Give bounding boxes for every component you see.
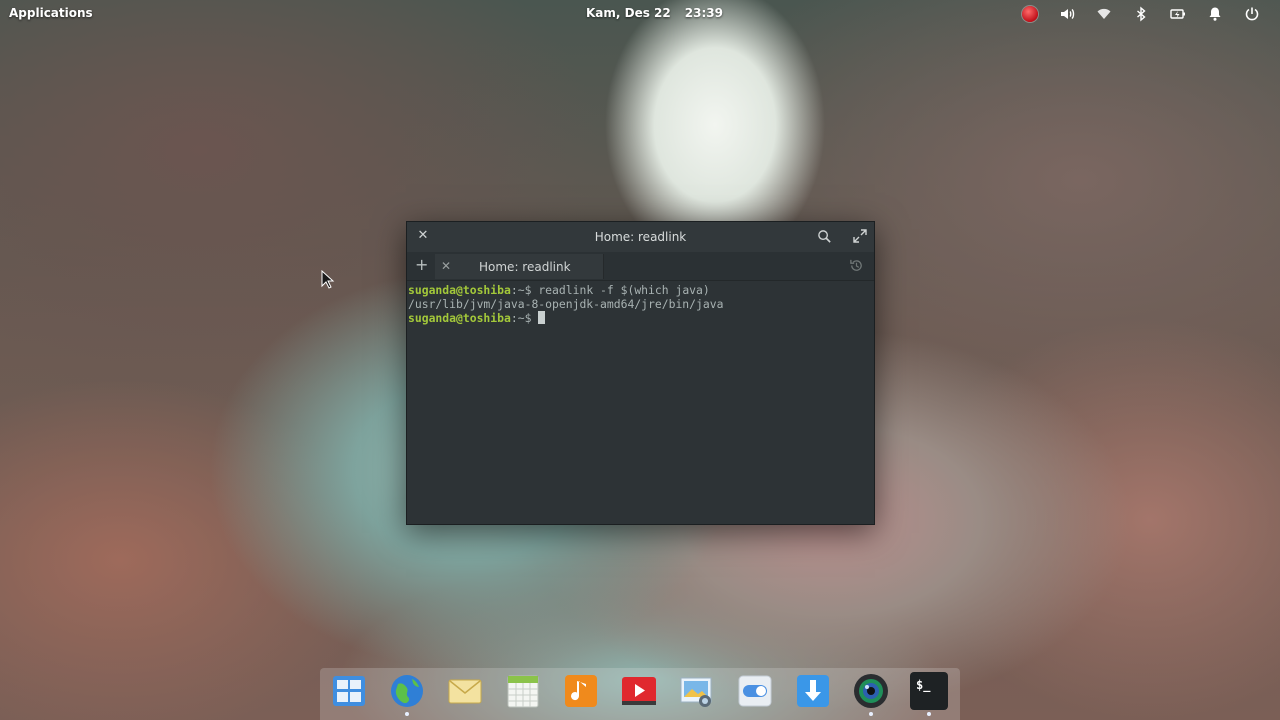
power-icon[interactable]: [1233, 4, 1270, 24]
mouse-pointer-icon: [321, 270, 335, 289]
close-tab-icon[interactable]: ✕: [441, 259, 451, 273]
terminal-line: suganda@toshiba:~$ readlink -f $(which j…: [408, 283, 873, 297]
terminal-glyph: $_: [916, 678, 931, 692]
window-title: Home: readlink: [594, 230, 687, 244]
volume-icon[interactable]: [1048, 4, 1085, 24]
photos-icon[interactable]: [678, 672, 716, 710]
prompt-path: :~$: [510, 283, 539, 297]
appcenter-download-icon[interactable]: [794, 672, 832, 710]
terminal-window: ✕ Home: readlink + ✕ Home: readlink suga…: [406, 221, 875, 525]
music-icon[interactable]: [562, 672, 600, 710]
window-titlebar[interactable]: ✕ Home: readlink: [407, 222, 874, 252]
terminal-line: /usr/lib/jvm/java-8-openjdk-amd64/jre/bi…: [408, 297, 873, 311]
wifi-icon[interactable]: [1085, 4, 1122, 24]
running-indicator: [869, 712, 873, 716]
notification-bell-icon[interactable]: [1196, 4, 1233, 24]
datetime-indicator[interactable]: Kam, Des 22 23:39: [586, 6, 723, 20]
battery-icon[interactable]: [1159, 4, 1196, 24]
tab-bar: + ✕ Home: readlink: [407, 252, 874, 281]
videos-icon[interactable]: [620, 672, 658, 710]
record-icon: [1021, 6, 1038, 22]
multitasking-view-icon[interactable]: [330, 672, 368, 710]
prompt-path: :~$: [510, 311, 539, 325]
web-browser-icon[interactable]: [388, 672, 426, 716]
time-label: 23:39: [684, 6, 723, 20]
prompt-user: suganda@toshiba: [408, 311, 511, 325]
record-indicator[interactable]: [1011, 4, 1048, 24]
camera-icon[interactable]: [852, 672, 890, 716]
prompt-user: suganda@toshiba: [408, 283, 511, 297]
date-label: Kam, Des 22: [586, 6, 671, 20]
maximize-icon[interactable]: [853, 229, 867, 246]
mail-icon[interactable]: [446, 672, 484, 710]
running-indicator: [927, 712, 931, 716]
calendar-icon[interactable]: [504, 672, 542, 710]
top-panel: Applications Kam, Des 22 23:39: [0, 0, 1280, 27]
running-indicator: [405, 712, 409, 716]
terminal-line: suganda@toshiba:~$: [408, 311, 873, 325]
history-icon[interactable]: [849, 258, 864, 276]
search-icon[interactable]: [817, 229, 832, 247]
tab-home-readlink[interactable]: ✕ Home: readlink: [435, 254, 604, 279]
new-tab-button[interactable]: +: [415, 257, 429, 273]
terminal-icon[interactable]: $_: [910, 672, 948, 716]
text-cursor: [538, 311, 546, 324]
tab-label: Home: readlink: [479, 260, 571, 274]
command-output: /usr/lib/jvm/java-8-openjdk-amd64/jre/bi…: [408, 297, 724, 311]
bluetooth-icon[interactable]: [1122, 4, 1159, 24]
applications-menu[interactable]: Applications: [9, 6, 93, 20]
command-text: readlink -f $(which java): [538, 283, 710, 297]
terminal-output[interactable]: suganda@toshiba:~$ readlink -f $(which j…: [407, 281, 874, 327]
indicator-area: [1011, 4, 1270, 24]
system-settings-icon[interactable]: [736, 672, 774, 710]
